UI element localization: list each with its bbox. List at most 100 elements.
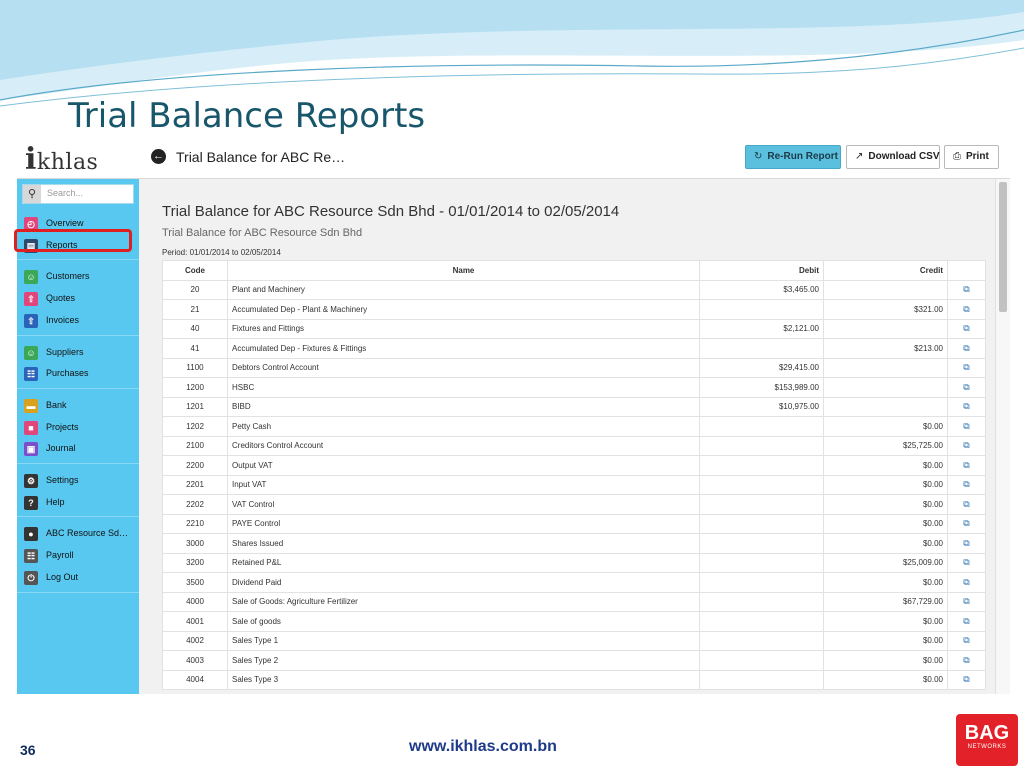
sidebar-item-payroll[interactable]: ☷ Payroll [17, 546, 139, 566]
sidebar-item-suppliers[interactable]: ☺ Suppliers [17, 343, 139, 363]
external-link-icon[interactable]: ⧉ [947, 611, 986, 632]
external-link-icon[interactable]: ⧉ [947, 552, 986, 573]
column-header-actions [947, 260, 986, 281]
people-icon: ☺ [24, 270, 38, 285]
table-row: 2202 VAT Control $0.00 ⧉ [162, 494, 986, 515]
cell-name: BIBD [227, 396, 700, 417]
sidebar-item-label: Journal [46, 443, 76, 454]
cell-debit: $3,465.00 [699, 279, 824, 300]
sidebar-divider [17, 334, 139, 336]
back-arrow-icon[interactable]: ← [151, 149, 166, 164]
external-link-icon[interactable]: ⧉ [947, 377, 986, 398]
gear-icon: ⚙ [24, 474, 38, 488]
cell-debit [699, 630, 824, 651]
cell-debit [699, 669, 824, 690]
column-header-name[interactable]: Name [227, 260, 700, 281]
sidebar-item-bank[interactable]: ▬ Bank [17, 396, 139, 416]
external-link-icon[interactable]: ⧉ [947, 494, 986, 515]
cell-name: Retained P&L [227, 552, 700, 573]
external-link-icon[interactable]: ⧉ [947, 572, 986, 593]
bag-networks-logo: BAG NETWORKS [956, 714, 1018, 766]
sidebar-item-label: Log Out [46, 571, 79, 582]
page-number: 36 [20, 742, 36, 758]
sidebar-item-label: Payroll [46, 550, 74, 561]
cell-credit [823, 318, 948, 339]
sidebar-item-label: Purchases [46, 368, 89, 379]
cell-debit: $29,415.00 [699, 357, 824, 378]
external-link-icon[interactable]: ⧉ [947, 533, 986, 554]
search-input[interactable]: ⚲ Search... [22, 184, 134, 204]
print-button[interactable]: ⎙ Print [944, 145, 999, 169]
external-link-icon[interactable]: ⧉ [947, 299, 986, 320]
reports-highlight-box [14, 229, 132, 252]
cell-name: Sale of Goods: Agriculture Fertilizer [227, 591, 700, 612]
external-link-icon[interactable]: ⧉ [947, 318, 986, 339]
table-row: 3200 Retained P&L $25,009.00 ⧉ [162, 552, 986, 573]
search-placeholder: Search... [47, 188, 84, 198]
table-row: 2200 Output VAT $0.00 ⧉ [162, 455, 986, 476]
cell-name: Fixtures and Fittings [227, 318, 700, 339]
table-row: 21 Accumulated Dep - Plant & Machinery $32… [162, 299, 986, 320]
cell-code: 2201 [162, 474, 228, 495]
cell-name: Creditors Control Account [227, 435, 700, 456]
external-link-icon[interactable]: ⧉ [947, 513, 986, 534]
external-link-icon[interactable]: ⧉ [947, 338, 986, 359]
upload-icon: ⇧ [24, 292, 38, 307]
sidebar-item-purchases[interactable]: ☷ Purchases [17, 364, 139, 384]
external-link-icon[interactable]: ⧉ [947, 416, 986, 437]
cell-name: Sales Type 2 [227, 650, 700, 671]
top-toolbar: ikhlas ← Trial Balance for ABC Re… ↻ Re-R… [17, 138, 1010, 179]
sidebar-divider [17, 387, 139, 389]
external-link-icon[interactable]: ⧉ [947, 279, 986, 300]
scrollbar-thumb[interactable] [999, 182, 1007, 312]
cell-debit [699, 533, 824, 554]
column-header-credit[interactable]: Credit [823, 260, 948, 281]
cell-debit [699, 494, 824, 515]
external-link-icon[interactable]: ⧉ [947, 669, 986, 690]
sidebar-item-projects[interactable]: ■ Projects [17, 418, 139, 438]
cell-code: 3500 [162, 572, 228, 593]
external-link-icon[interactable]: ⧉ [947, 455, 986, 476]
trial-balance-table: Code Name Debit Credit 20 Plant and Machi… [162, 260, 986, 690]
app-window: ikhlas ← Trial Balance for ABC Re… ↻ Re-R… [17, 138, 1010, 694]
rerun-label: Re-Run Report [767, 151, 838, 162]
cell-credit [823, 377, 948, 398]
column-header-code[interactable]: Code [162, 260, 228, 281]
cell-code: 4004 [162, 669, 228, 690]
cell-credit: $25,009.00 [823, 552, 948, 573]
external-link-icon[interactable]: ⧉ [947, 396, 986, 417]
external-link-icon[interactable]: ⧉ [947, 474, 986, 495]
cell-name: Output VAT [227, 455, 700, 476]
external-link-icon[interactable]: ⧉ [947, 435, 986, 456]
sidebar-item-invoices[interactable]: ⇧ Invoices [17, 311, 139, 331]
external-link-icon[interactable]: ⧉ [947, 630, 986, 651]
table-row: 1201 BIBD $10,975.00 ⧉ [162, 396, 986, 417]
table-row: 2201 Input VAT $0.00 ⧉ [162, 474, 986, 495]
cell-debit: $2,121.00 [699, 318, 824, 339]
search-icon: ⚲ [23, 185, 41, 203]
sidebar-item-journal[interactable]: ▣ Journal [17, 439, 139, 459]
cell-debit [699, 455, 824, 476]
column-header-debit[interactable]: Debit [699, 260, 824, 281]
sidebar-item-help[interactable]: ? Help [17, 493, 139, 513]
sidebar-item-customers[interactable]: ☺ Customers [17, 267, 139, 287]
external-link-icon[interactable]: ⧉ [947, 650, 986, 671]
cart-icon: ☷ [24, 549, 38, 564]
sidebar-item-log-out[interactable]: ⏻ Log Out [17, 568, 139, 588]
sidebar-item-label: Quotes [46, 293, 76, 304]
sidebar-item-quotes[interactable]: ⇧ Quotes [17, 289, 139, 309]
header-swoosh [0, 0, 1024, 107]
sidebar-item-abc-resource-sd[interactable]: ● ABC Resource Sd… [17, 524, 139, 544]
printer-icon: ⎙ [953, 151, 961, 162]
rerun-report-button[interactable]: ↻ Re-Run Report [745, 145, 841, 169]
sidebar-item-settings[interactable]: ⚙ Settings [17, 471, 139, 491]
external-link-icon[interactable]: ⧉ [947, 591, 986, 612]
cell-credit: $0.00 [823, 572, 948, 593]
cell-debit [699, 338, 824, 359]
logo-main-text: BAG [964, 722, 1010, 744]
external-link-icon[interactable]: ⧉ [947, 357, 986, 378]
cell-credit: $321.00 [823, 299, 948, 320]
slide-title: Trial Balance Reports [68, 96, 426, 136]
download-csv-button[interactable]: ↗ Download CSV [846, 145, 940, 169]
website-url[interactable]: www.ikhlas.com.bn [409, 738, 557, 756]
